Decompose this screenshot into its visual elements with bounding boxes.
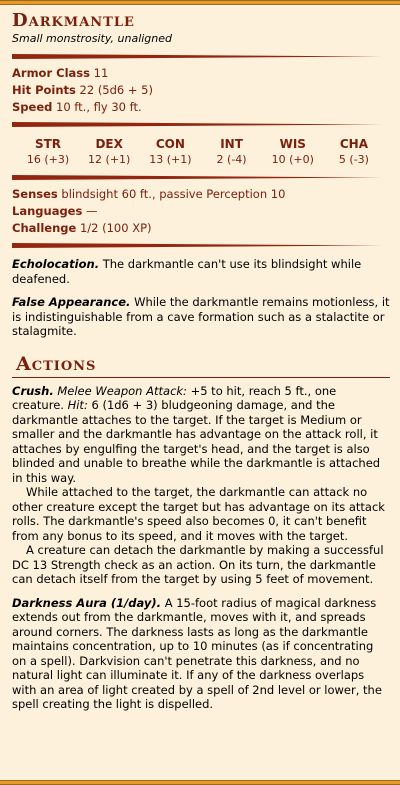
trait-echolocation: Echolocation. The darkmantle can't use i…: [12, 257, 362, 286]
challenge: Challenge 1/2 (100 XP): [12, 221, 152, 235]
action-crush: Crush. Melee Weapon Attack: +5 to hit, r…: [12, 384, 390, 587]
creature-type: Small monstrosity, unaligned: [12, 32, 173, 45]
action-darkness-aura: Darkness Aura (1/day). A 15-foot radius …: [12, 595, 382, 712]
hit-points: Hit Points 22 (5d6 + 5): [12, 83, 153, 97]
divider: [12, 175, 390, 180]
defense-props: Armor Class 11 Hit Points 22 (5d6 + 5) S…: [12, 65, 390, 116]
trait-false-appearance: False Appearance. While the darkmantle r…: [12, 295, 390, 338]
senses: Senses blindsight 60 ft., passive Percep…: [12, 187, 286, 201]
ability-int: INT 2 (-4): [216, 137, 247, 166]
divider: [12, 243, 390, 248]
languages: Languages —: [12, 204, 98, 218]
ability-con: CON 13 (+1): [149, 137, 192, 166]
divider: [12, 54, 390, 59]
stat-block-content: Darkmantle Small monstrosity, unaligned …: [12, 10, 390, 712]
ability-str: STR 16 (+3): [26, 137, 70, 166]
creature-name: Darkmantle: [12, 10, 135, 31]
ability-wis: WIS 10 (+0): [271, 137, 314, 166]
actions-heading: Actions: [12, 353, 390, 378]
crush-paragraph-3: A creature can detach the darkmantle by …: [12, 543, 384, 586]
ability-cha: CHA 5 (-3): [338, 137, 369, 166]
ability-scores: STR 16 (+3) DEX 12 (+1) CON 13 (+1) INT …: [12, 127, 390, 175]
armor-class: Armor Class 11: [12, 66, 109, 80]
bottom-border: [0, 780, 400, 785]
crush-paragraph-2: While attached to the target, the darkma…: [12, 485, 385, 543]
sense-props: Senses blindsight 60 ft., passive Percep…: [12, 186, 390, 237]
top-border: [0, 0, 400, 5]
stat-block: Darkmantle Small monstrosity, unaligned …: [0, 0, 400, 785]
speed: Speed 10 ft., fly 30 ft.: [12, 100, 142, 114]
ability-dex: DEX 12 (+1): [88, 137, 131, 166]
